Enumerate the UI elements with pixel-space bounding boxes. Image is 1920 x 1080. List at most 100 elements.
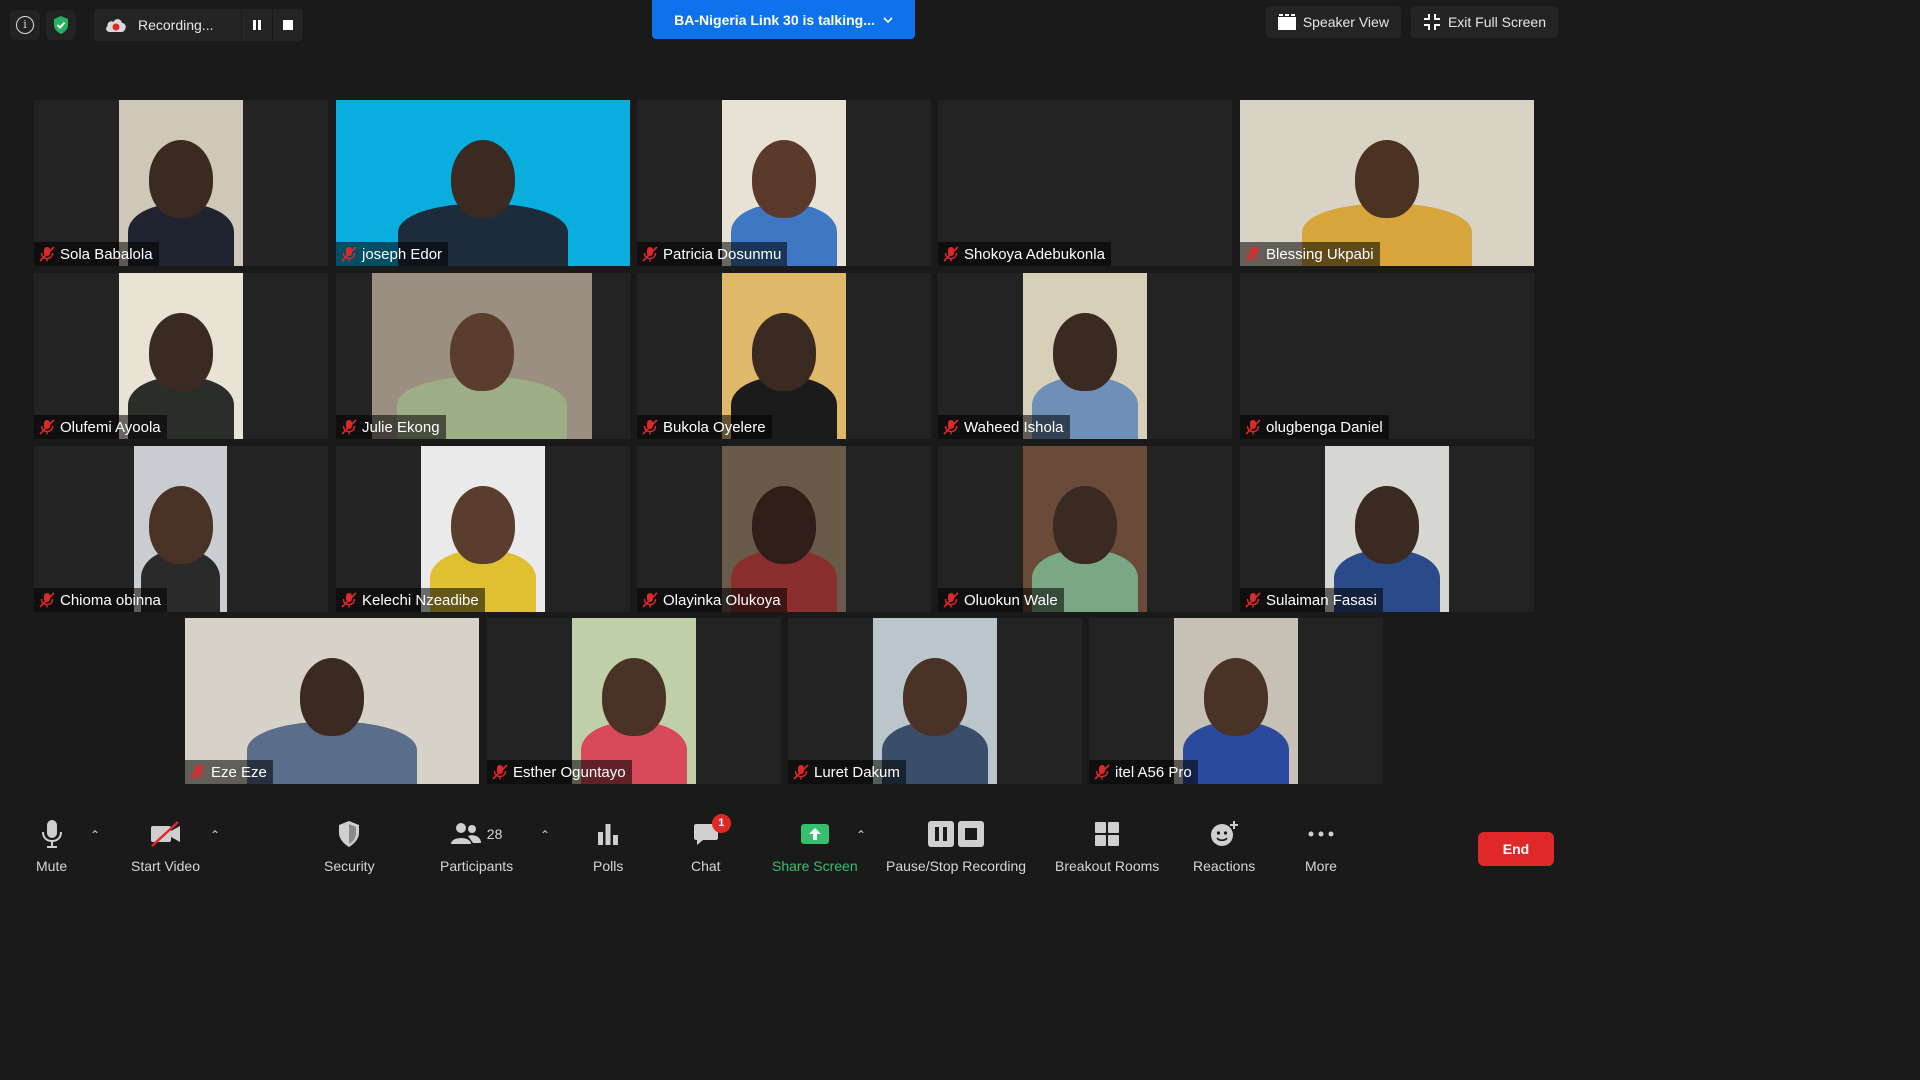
- participant-name: Luret Dakum: [814, 763, 900, 781]
- share-screen-icon: [800, 824, 829, 844]
- participant-face: [149, 313, 213, 391]
- participants-options-caret-icon[interactable]: ⌃: [540, 828, 550, 842]
- participant-tile[interactable]: joseph Edor: [336, 100, 630, 266]
- participant-tile[interactable]: Sulaiman Fasasi: [1240, 446, 1534, 612]
- speaker-view-label: Speaker View: [1302, 14, 1389, 30]
- participant-name: Olayinka Olukoya: [663, 591, 781, 609]
- participant-name: Shokoya Adebukonla: [964, 245, 1105, 263]
- participant-tile[interactable]: Oluokun Wale: [938, 446, 1232, 612]
- participant-tile[interactable]: Olufemi Ayoola: [34, 273, 328, 439]
- participant-name-tag: olugbenga Daniel: [1240, 415, 1389, 439]
- muted-mic-icon: [642, 592, 658, 608]
- view-controls: Speaker View Exit Full Screen: [1265, 6, 1558, 38]
- speaker-view-button[interactable]: Speaker View: [1265, 6, 1401, 38]
- polls-button[interactable]: Polls: [593, 816, 623, 874]
- muted-mic-icon: [1094, 764, 1110, 780]
- participant-tile[interactable]: Esther Oguntayo: [487, 618, 781, 784]
- participant-face: [451, 140, 515, 218]
- participant-face: [450, 313, 514, 391]
- participant-name: Julie Ekong: [362, 418, 440, 436]
- muted-mic-icon: [1245, 246, 1261, 262]
- shield-icon: [339, 821, 360, 847]
- participant-tile[interactable]: Eze Eze: [185, 618, 479, 784]
- participant-tile[interactable]: Sola Babalola: [34, 100, 328, 266]
- participant-tile[interactable]: Bukola Oyelere: [637, 273, 931, 439]
- participant-face: [1204, 658, 1268, 736]
- participant-name: Olufemi Ayoola: [60, 418, 161, 436]
- participant-face: [149, 140, 213, 218]
- share-screen-label: Share Screen: [772, 858, 858, 874]
- audio-options-caret-icon[interactable]: ⌃: [90, 828, 100, 842]
- chat-button[interactable]: 1 Chat: [691, 814, 731, 874]
- chevron-down-icon: [883, 16, 893, 23]
- participant-tile[interactable]: itel A56 Pro: [1089, 618, 1383, 784]
- participants-button[interactable]: 28 Participants: [440, 816, 513, 874]
- mute-button[interactable]: Mute: [36, 816, 67, 874]
- participant-name: Oluokun Wale: [964, 591, 1058, 609]
- speaker-view-icon: [1277, 14, 1296, 30]
- participants-count: 28: [486, 826, 503, 842]
- start-video-button[interactable]: Start Video: [131, 816, 200, 874]
- participant-name-tag: Shokoya Adebukonla: [938, 242, 1111, 266]
- participant-name-tag: Eze Eze: [185, 760, 273, 784]
- meeting-info-button[interactable]: i: [10, 10, 40, 40]
- participant-tile[interactable]: Chioma obinna: [34, 446, 328, 612]
- start-video-label: Start Video: [131, 858, 201, 874]
- participant-name: Chioma obinna: [60, 591, 161, 609]
- participant-tile[interactable]: Julie Ekong: [336, 273, 630, 439]
- participant-name: Sulaiman Fasasi: [1266, 591, 1377, 609]
- pause-stop-recording-button[interactable]: Pause/Stop Recording: [886, 816, 1026, 874]
- stop-recording-button[interactable]: [272, 9, 303, 41]
- microphone-icon: [41, 820, 62, 848]
- participant-tile[interactable]: Patricia Dosunmu: [637, 100, 931, 266]
- participant-tile[interactable]: Blessing Ukpabi: [1240, 100, 1534, 266]
- participant-tile[interactable]: Kelechi Nzeadibe: [336, 446, 630, 612]
- share-screen-button[interactable]: Share Screen: [772, 816, 858, 874]
- reactions-icon: [1211, 821, 1239, 846]
- pause-recording-button[interactable]: [241, 9, 272, 41]
- recording-indicator: Recording...: [94, 9, 304, 41]
- encryption-status-button[interactable]: [46, 10, 76, 40]
- more-icon: [1308, 831, 1334, 837]
- participant-name-tag: Luret Dakum: [788, 760, 906, 784]
- more-button[interactable]: More: [1305, 816, 1337, 874]
- participant-tile[interactable]: Luret Dakum: [788, 618, 1082, 784]
- participant-face: [752, 140, 816, 218]
- security-button[interactable]: Security: [324, 816, 375, 874]
- participant-name-tag: Olayinka Olukoya: [637, 588, 787, 612]
- security-label: Security: [324, 858, 375, 874]
- muted-mic-icon: [943, 419, 959, 435]
- muted-mic-icon: [793, 764, 809, 780]
- participant-name-tag: Kelechi Nzeadibe: [336, 588, 485, 612]
- participant-name-tag: Julie Ekong: [336, 415, 446, 439]
- breakout-rooms-button[interactable]: Breakout Rooms: [1055, 816, 1159, 874]
- end-meeting-button[interactable]: End: [1478, 832, 1554, 866]
- recording-label: Recording...: [138, 17, 214, 33]
- muted-mic-icon: [190, 764, 206, 780]
- participant-name: itel A56 Pro: [1115, 763, 1192, 781]
- reactions-label: Reactions: [1193, 858, 1256, 874]
- exit-full-screen-icon: [1423, 14, 1440, 30]
- reactions-button[interactable]: Reactions: [1193, 816, 1255, 874]
- exit-full-screen-button[interactable]: Exit Full Screen: [1410, 6, 1558, 38]
- meeting-toolbar: Mute ⌃ Start Video ⌃ Security 28 Partici…: [0, 806, 1568, 882]
- active-speaker-dropdown[interactable]: BA-Nigeria Link 30 is talking...: [652, 0, 915, 39]
- muted-mic-icon: [943, 246, 959, 262]
- participants-icon: [450, 823, 481, 844]
- info-icon: i: [16, 16, 34, 34]
- participant-tile[interactable]: Shokoya Adebukonla: [938, 100, 1232, 266]
- shield-check-icon: [54, 16, 68, 34]
- participant-tile[interactable]: Olayinka Olukoya: [637, 446, 931, 612]
- exit-full-screen-label: Exit Full Screen: [1447, 14, 1546, 30]
- participant-tile[interactable]: Waheed Ishola: [938, 273, 1232, 439]
- participant-name-tag: itel A56 Pro: [1089, 760, 1198, 784]
- participant-face: [1355, 486, 1419, 564]
- video-off-icon: [150, 821, 180, 847]
- pause-icon: [253, 20, 262, 30]
- participant-face: [1053, 313, 1117, 391]
- video-options-caret-icon[interactable]: ⌃: [210, 828, 220, 842]
- participant-name: olugbenga Daniel: [1266, 418, 1383, 436]
- share-options-caret-icon[interactable]: ⌃: [856, 828, 866, 842]
- participant-name: Eze Eze: [211, 763, 267, 781]
- participant-tile[interactable]: olugbenga Daniel: [1240, 273, 1534, 439]
